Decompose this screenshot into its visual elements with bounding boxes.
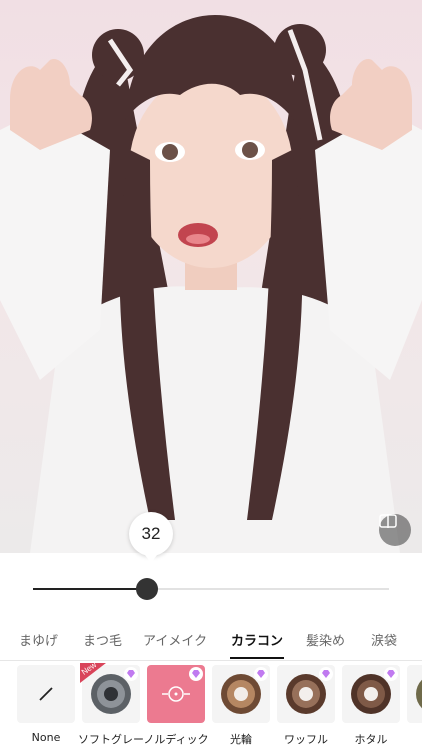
lens-item-soft-gray[interactable]: New ソフトグレー	[78, 663, 144, 746]
tab-mayuge[interactable]: まゆげ	[19, 630, 58, 649]
lens-thumb-selected	[147, 665, 205, 723]
lens-item-waffle[interactable]: ワッフル	[277, 665, 335, 746]
lens-item-hotaru[interactable]: ホタル	[342, 665, 400, 746]
lens-thumb	[212, 665, 270, 723]
lens-item-nordic[interactable]: ノルディック	[143, 665, 209, 746]
slider-fill	[33, 588, 147, 590]
none-slash-icon	[39, 687, 53, 701]
slider-value: 32	[141, 524, 161, 543]
lens-item-label: ソフトグレー	[78, 733, 144, 746]
premium-icon	[319, 667, 333, 681]
premium-icon	[124, 667, 138, 681]
slider-thumb[interactable]	[135, 578, 158, 600]
tab-matsuge[interactable]: まつ毛	[83, 630, 122, 649]
lens-item-label: ワッフル	[284, 733, 328, 746]
lens-thumb	[17, 665, 75, 723]
active-tab-indicator	[230, 657, 284, 659]
premium-icon	[189, 667, 203, 681]
compare-icon	[379, 514, 397, 528]
slider-value-bubble: 32	[129, 512, 173, 563]
lens-thumb	[407, 665, 422, 723]
lens-item-partial[interactable]: オ	[407, 665, 422, 723]
tab-tear-bag[interactable]: 涙袋	[371, 630, 397, 649]
lens-thumb	[342, 665, 400, 723]
lens-item-kourin[interactable]: 光輪	[212, 665, 270, 746]
lens-item-label: ノルディック	[143, 733, 209, 746]
photo-preview	[0, 0, 422, 553]
lens-selected-icon	[162, 686, 190, 702]
lens-item-label: 光輪	[230, 733, 252, 746]
lens-thumb: New	[80, 663, 140, 723]
lens-item-none[interactable]: None	[17, 665, 75, 744]
lens-thumb	[277, 665, 335, 723]
premium-icon	[254, 667, 268, 681]
category-tabs: まゆげ まつ毛 アイメイク カラコン 髪染め 涙袋	[0, 626, 422, 661]
portrait-illustration	[0, 15, 422, 553]
premium-icon	[384, 667, 398, 681]
lens-item-list: None New ソフトグレー ノルディック 光輪 ワッフル ホタル	[0, 661, 422, 750]
tab-hair-color[interactable]: 髪染め	[306, 630, 345, 649]
new-badge: New	[80, 663, 106, 683]
lens-item-label: ホタル	[354, 733, 388, 746]
lens-olive-icon	[416, 679, 422, 709]
compare-button[interactable]	[379, 514, 411, 546]
tab-color-contact[interactable]: カラコン	[231, 630, 283, 649]
lens-item-label: None	[31, 731, 61, 744]
tab-eye-makeup[interactable]: アイメイク	[143, 630, 207, 649]
